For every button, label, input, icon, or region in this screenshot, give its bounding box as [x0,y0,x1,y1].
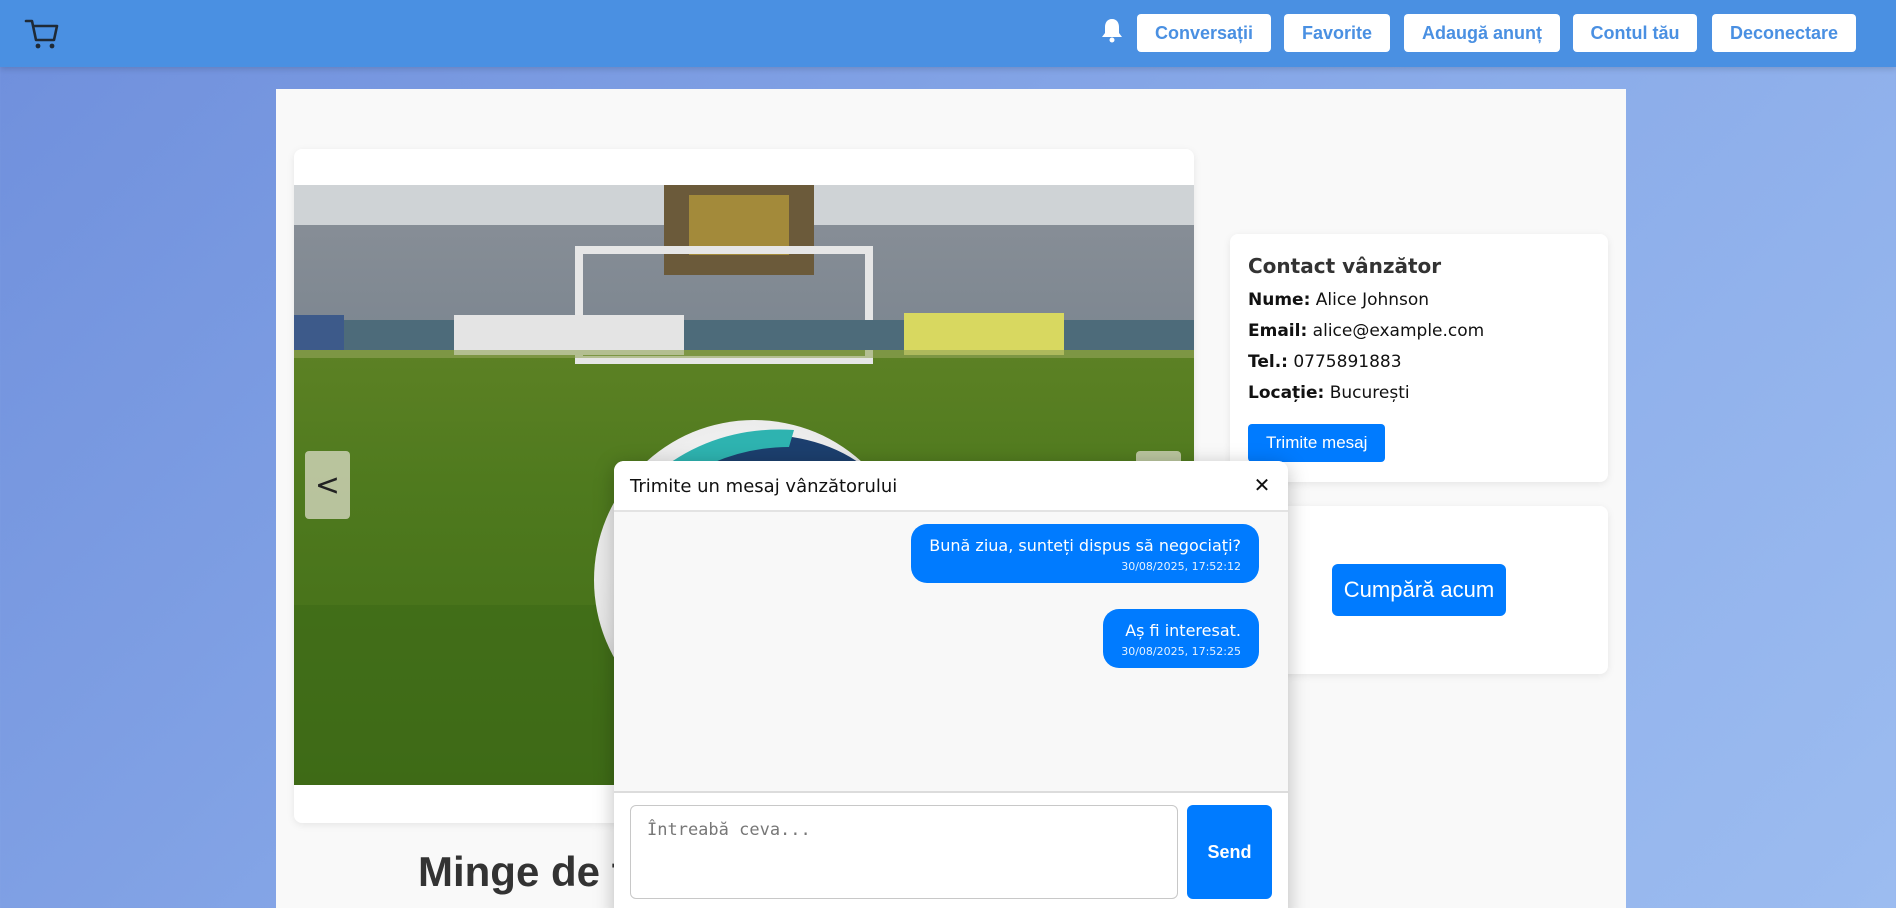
chat-modal: Trimite un mesaj vânzătorului ✕ Bună ziu… [614,461,1288,908]
contact-phone-label: Tel.: [1248,352,1288,372]
contact-title: Contact vânzător [1248,254,1442,278]
contact-name-row: Nume: Alice Johnson [1248,290,1590,311]
chat-send-button[interactable]: Send [1187,805,1272,899]
cart-icon[interactable] [24,16,60,52]
contact-location-label: Locație: [1248,383,1325,403]
message-bubble: Aș fi interesat. 30/08/2025, 17:52:25 [1103,609,1259,668]
message-text: Bună ziua, sunteți dispus să negociați? [929,536,1241,555]
contact-email-label: Email: [1248,321,1308,341]
contact-phone: 0775891883 [1293,352,1402,372]
contact-location: București [1329,383,1410,403]
nav-account-button[interactable]: Contul tău [1573,14,1697,52]
top-navbar: Conversații Favorite Adaugă anunț Contul… [0,0,1896,67]
message-timestamp: 30/08/2025, 17:52:25 [1121,645,1241,658]
nav-logout-button[interactable]: Deconectare [1712,14,1856,52]
buy-now-button[interactable]: Cumpără acum [1332,564,1506,616]
bell-icon[interactable] [1100,17,1124,43]
contact-email: alice@example.com [1312,321,1485,341]
contact-name-label: Nume: [1248,290,1311,310]
chat-messages: Bună ziua, sunteți dispus să negociați? … [614,512,1288,793]
nav-add-listing-button[interactable]: Adaugă anunț [1404,14,1560,52]
nav-favorites-button[interactable]: Favorite [1284,14,1390,52]
close-icon[interactable]: ✕ [1250,473,1274,497]
contact-email-row: Email: alice@example.com [1248,321,1590,342]
nav-conversations-button[interactable]: Conversații [1137,14,1271,52]
chat-message-input[interactable] [630,805,1178,899]
contact-name: Alice Johnson [1315,290,1430,310]
seller-contact-card: Contact vânzător Nume: Alice Johnson Ema… [1230,234,1608,482]
chat-header: Trimite un mesaj vânzătorului ✕ [614,461,1288,512]
gallery-prev-button[interactable]: < [305,451,350,519]
contact-location-row: Locație: București [1248,383,1590,404]
chat-title: Trimite un mesaj vânzătorului [630,476,898,497]
contact-phone-row: Tel.: 0775891883 [1248,352,1590,373]
message-text: Aș fi interesat. [1125,621,1241,640]
product-title: Minge de f [418,848,626,895]
message-timestamp: 30/08/2025, 17:52:12 [1121,560,1241,573]
message-bubble: Bună ziua, sunteți dispus să negociați? … [911,524,1259,583]
send-message-button[interactable]: Trimite mesaj [1248,424,1386,462]
